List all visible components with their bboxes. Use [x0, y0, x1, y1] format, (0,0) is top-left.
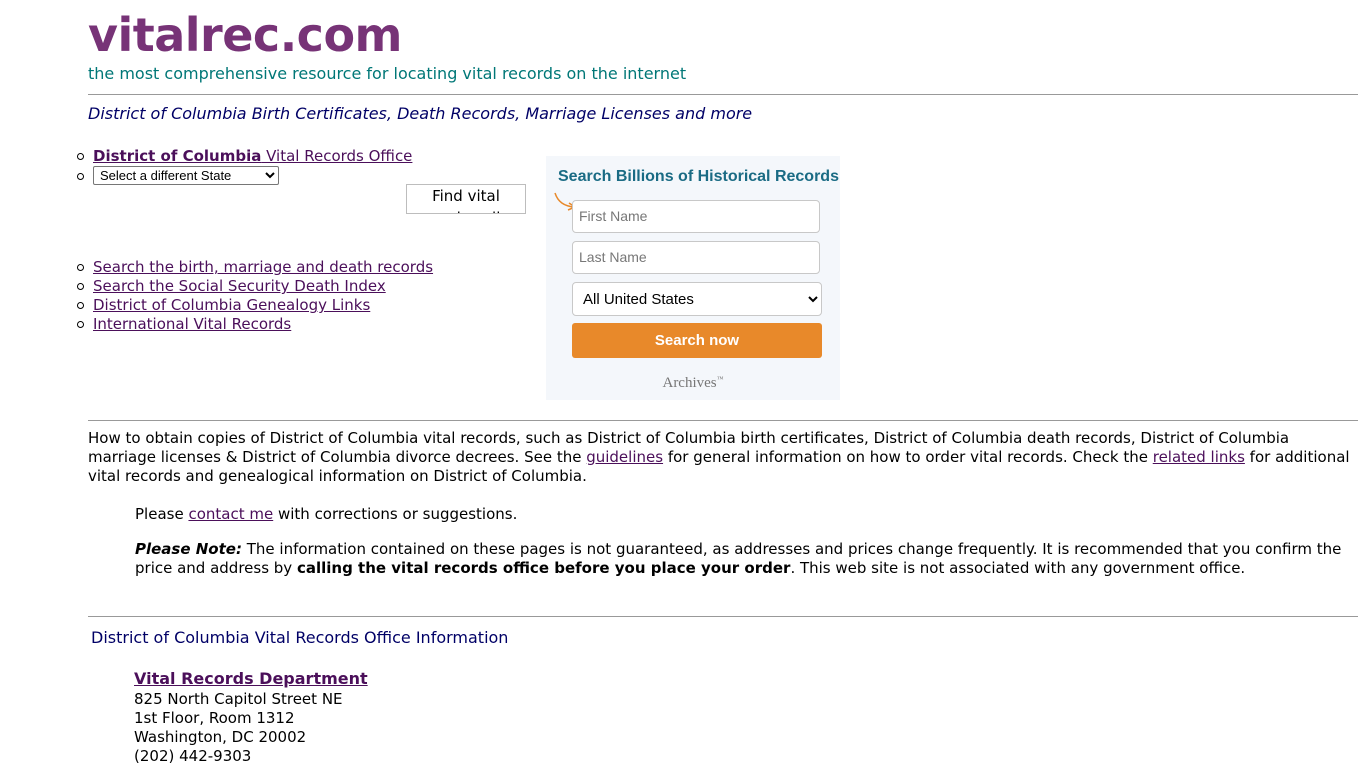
- guidelines-link[interactable]: guidelines: [586, 448, 663, 466]
- widget-title: Search Billions of Historical Records: [558, 168, 839, 185]
- divider: [88, 94, 1358, 95]
- note-paragraph: Please Note: The information contained o…: [135, 540, 1342, 577]
- page-heading: District of Columbia Birth Certificates,…: [88, 104, 753, 123]
- genealogy-links-link[interactable]: District of Columbia Genealogy Links: [93, 296, 370, 314]
- contact-paragraph: Please contact me with corrections or su…: [135, 505, 518, 523]
- list-item: District of Columbia Vital Records Offic…: [75, 147, 412, 166]
- resource-links-list: Search the birth, marriage and death rec…: [75, 258, 433, 334]
- vital-records-office-link[interactable]: District of Columbia Vital Records Offic…: [93, 147, 412, 165]
- address-line: Washington, DC 20002: [134, 728, 307, 746]
- list-item: Search the Social Security Death Index: [75, 277, 433, 296]
- last-name-input[interactable]: Last Name: [572, 241, 820, 274]
- address-line: 825 North Capitol Street NE: [134, 690, 343, 708]
- archives-logo[interactable]: Archives™: [546, 375, 840, 392]
- site-tagline: the most comprehensive resource for loca…: [88, 64, 687, 83]
- list-item: International Vital Records: [75, 315, 433, 334]
- divider: [88, 616, 1358, 617]
- location-select[interactable]: All United States: [572, 282, 822, 316]
- search-now-button[interactable]: Search now: [572, 323, 822, 358]
- vital-records-department-link[interactable]: Vital Records Department: [134, 668, 368, 690]
- office-section-title: District of Columbia Vital Records Offic…: [91, 628, 509, 647]
- ssdi-link[interactable]: Search the Social Security Death Index: [93, 277, 386, 295]
- list-item: Select a different State: [75, 166, 412, 188]
- international-records-link[interactable]: International Vital Records: [93, 315, 291, 333]
- related-links-link[interactable]: related links: [1153, 448, 1245, 466]
- phone-number: (202) 442-9303: [134, 747, 252, 765]
- search-widget: Search Billions of Historical Records Fi…: [546, 156, 840, 400]
- top-links-list: District of Columbia Vital Records Offic…: [75, 147, 412, 188]
- site-logo[interactable]: vitalrec.com: [88, 8, 402, 62]
- address-line: 1st Floor, Room 1312: [134, 709, 295, 727]
- search-records-link[interactable]: Search the birth, marriage and death rec…: [93, 258, 433, 276]
- divider: [88, 420, 1358, 421]
- office-address: Vital Records Department 825 North Capit…: [134, 668, 368, 766]
- first-name-input[interactable]: First Name: [572, 200, 820, 233]
- contact-me-link[interactable]: contact me: [188, 505, 273, 523]
- list-item: District of Columbia Genealogy Links: [75, 296, 433, 315]
- intro-paragraph: How to obtain copies of District of Colu…: [88, 429, 1350, 485]
- state-select[interactable]: Select a different State: [93, 166, 279, 185]
- find-records-image[interactable]: Find vital records online: [406, 184, 526, 214]
- list-item: Search the birth, marriage and death rec…: [75, 258, 433, 277]
